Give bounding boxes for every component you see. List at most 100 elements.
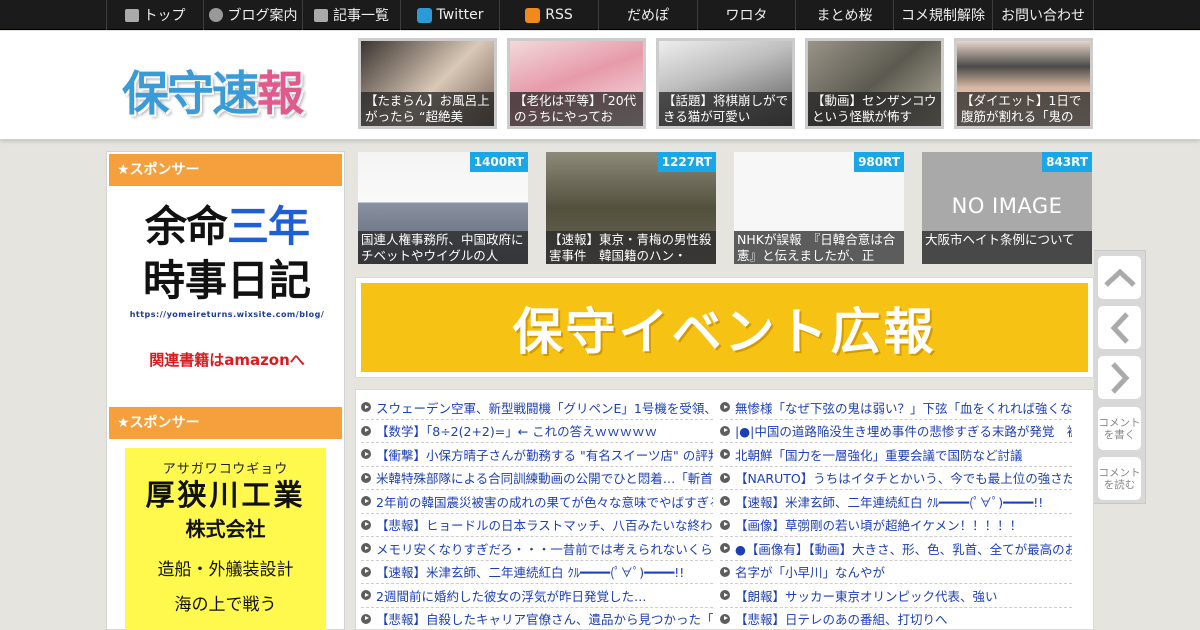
- article-links-panel: スウェーデン空軍、新型戦闘機「グリペンE」1号機を受領、イ 【数学】「8÷2(2…: [355, 389, 1094, 630]
- rt-ranking-item-1[interactable]: 1400RT 国連人権事務所、中国政府にチベットやウイグルの人: [358, 152, 528, 264]
- rt-ranking-row: 1400RT 国連人権事務所、中国政府にチベットやウイグルの人 1227RT 【速報…: [358, 152, 1092, 264]
- nav-damepo[interactable]: だめぽ: [598, 0, 697, 30]
- site-logo[interactable]: 保守速報: [122, 55, 304, 124]
- arrow-bullet-icon: [361, 543, 371, 554]
- nav-blog-guide[interactable]: ブログ案内: [203, 0, 302, 30]
- scroll-top-button[interactable]: [1098, 256, 1141, 299]
- article-link-text: 北朝鮮「国力を一層強化」重要会議で国防など討議: [735, 447, 1023, 463]
- nav-top-label: トップ: [143, 8, 186, 24]
- nav-blog-guide-label: ブログ案内: [227, 8, 298, 24]
- nav-twitter[interactable]: Twitter: [400, 0, 499, 30]
- ad-asagawa-name: 厚狭川工業: [145, 478, 306, 512]
- rt-badge: 1400RT: [469, 152, 528, 172]
- article-link[interactable]: 北朝鮮「国力を一層強化」重要会議で国防など討議: [720, 443, 1072, 467]
- nav-warota[interactable]: ワロタ: [697, 0, 795, 30]
- nav-article-list[interactable]: 記事一覧: [302, 0, 400, 30]
- article-link-text: ●【画像有】【動画】大きさ、形、色、乳首、全てが最高のお●: [735, 541, 1072, 557]
- header-thumb-4[interactable]: 【動画】センザンコウという怪獣が怖す: [805, 38, 944, 129]
- sponsor-heading-1: ★スポンサー: [109, 154, 342, 186]
- prev-article-button[interactable]: [1098, 306, 1141, 349]
- article-link[interactable]: 【NARUTO】うちはイタチとかいう、今でも最上位の強さだと: [720, 467, 1072, 490]
- article-link[interactable]: 【速報】米津玄師、二年連続紅白 ｸﾙ━━━━(ﾟ∀ﾟ)━━━━!!: [361, 561, 713, 584]
- arrow-bullet-icon: [361, 566, 371, 577]
- nav-rss[interactable]: RSS: [499, 0, 598, 30]
- ad-asagawa-suffix: 株式会社: [185, 517, 266, 541]
- article-link-text: 【速報】米津玄師、二年連続紅白 ｸﾙ━━━━(ﾟ∀ﾟ)━━━━!!: [376, 565, 685, 581]
- arrow-bullet-icon: [720, 472, 730, 483]
- chevron-right-icon: [1110, 361, 1129, 394]
- rt-ranking-item-2[interactable]: 1227RT 【速報】東京・青梅の男性殺害事件 韓国籍のハン・: [546, 152, 716, 264]
- sponsor-ad-yomei[interactable]: 余命三年 時事日記 https://yomeireturns.wixsite.c…: [127, 200, 327, 390]
- rt-badge: 980RT: [854, 152, 904, 172]
- article-link-text: 米韓特殊部隊による合同訓練動画の公開でひと悶着…「斬首作: [376, 471, 713, 487]
- header-thumb-caption: 【ダイエット】1日で腹筋が割れる「鬼の: [957, 92, 1090, 126]
- article-link-text: 【数学】「8÷2(2+2)=」← これの答えｗｗｗｗｗ: [376, 424, 658, 440]
- header-thumb-caption: 【たまらん】お風呂上がったら “超絶美: [361, 92, 494, 126]
- article-link-text: スウェーデン空軍、新型戦闘機「グリペンE」1号機を受領、イ: [376, 400, 713, 416]
- article-link[interactable]: 【画像】草彅剛の若い頃が超絶イケメン！！！！！: [720, 514, 1072, 537]
- read-comment-button[interactable]: コメントを読む: [1098, 457, 1141, 500]
- arrow-bullet-icon: [361, 613, 371, 624]
- article-link[interactable]: 【朗報】サッカー東京オリンピック代表、強い: [720, 584, 1072, 608]
- sponsor-ad-asagawa[interactable]: アサガワコウギョウ 厚狭川工業 株式会社 造船・外艤装設計 海の上で戦う: [125, 448, 326, 630]
- chevron-left-icon: [1110, 311, 1129, 344]
- arrow-bullet-icon: [720, 519, 730, 530]
- logo-text-main: 保守速: [122, 67, 259, 122]
- nav-comment-unblock[interactable]: コメ規制解除: [893, 0, 992, 30]
- article-link[interactable]: 米韓特殊部隊による合同訓練動画の公開でひと悶着…「斬首作: [361, 467, 713, 490]
- ad-yomei-title-b: 三年: [227, 202, 310, 251]
- article-link-text: 名字が「小早川」なんやが: [735, 565, 886, 581]
- rt-caption: 大阪市ヘイト条例について: [922, 231, 1092, 264]
- nav-top[interactable]: トップ: [106, 0, 203, 30]
- arrow-bullet-icon: [361, 402, 371, 413]
- article-link-text: 【悲報】自殺したキャリア官僚さん、遺品から見つかった「残: [376, 612, 713, 628]
- article-link[interactable]: 【悲報】自殺したキャリア官僚さん、遺品から見つかった「残: [361, 608, 713, 630]
- nav-comment-unblock-label: コメ規制解除: [901, 8, 985, 24]
- write-comment-button[interactable]: コメントを書く: [1098, 407, 1141, 450]
- rt-caption: NHKが誤報 『日韓合意は合憲』と伝えましたが、正: [734, 231, 904, 264]
- ad-yomei-title-line1: 余命三年: [127, 200, 327, 254]
- article-link[interactable]: 名字が「小早川」なんやが: [720, 561, 1072, 584]
- no-image-placeholder: NO IMAGE: [951, 194, 1063, 218]
- header-thumb-2[interactable]: 【老化は平等】「20代のうちにやってお: [507, 38, 646, 129]
- ad-yomei-title-a: 余命: [144, 202, 228, 251]
- event-banner[interactable]: 保守イベント広報: [355, 277, 1094, 378]
- rss-icon: [525, 7, 541, 23]
- article-link[interactable]: 【悲報】日テレのあの番組、打切りへ: [720, 608, 1072, 630]
- article-link-text: 無惨様「なぜ下弦の鬼は弱い？」下弦「血をくれれば強くなれ: [735, 400, 1072, 416]
- article-link-text: 2年前の韓国震災被害の成れの果てが色々な意味でやばすぎる: [376, 494, 713, 510]
- article-link[interactable]: ●【画像有】【動画】大きさ、形、色、乳首、全てが最高のお●: [720, 537, 1072, 561]
- nav-contact[interactable]: お問い合わせ: [992, 0, 1094, 30]
- article-link[interactable]: 2週間前に婚約した彼女の浮気が昨日発覚した…: [361, 584, 713, 608]
- article-link[interactable]: メモリ安くなりすぎだろ・・・一昔前では考えられないくらい: [361, 537, 713, 561]
- article-link[interactable]: 【悲報】ヒョードルの日本ラストマッチ、八百みたいな終わり: [361, 514, 713, 537]
- nav-contact-label: お問い合わせ: [1001, 8, 1085, 24]
- ad-yomei-amazon-link[interactable]: 関連書籍はamazonへ: [127, 349, 327, 370]
- header-thumb-5[interactable]: 【ダイエット】1日で腹筋が割れる「鬼の: [954, 38, 1093, 129]
- article-link[interactable]: 2年前の韓国震災被害の成れの果てが色々な意味でやばすぎる: [361, 490, 713, 514]
- arrow-bullet-icon: [361, 496, 371, 507]
- article-link[interactable]: 【数学】「8÷2(2+2)=」← これの答えｗｗｗｗｗ: [361, 420, 713, 443]
- nav-damepo-label: だめぽ: [627, 8, 669, 24]
- article-link[interactable]: 【衝撃】小保方晴子さんが勤務する "有名スイーツ店" の評判w: [361, 443, 713, 467]
- article-link[interactable]: |●|中国の道路陥没生き埋め事件の悲惨すぎる末路が発覚 被害: [720, 420, 1072, 443]
- arrow-bullet-icon: [720, 590, 730, 601]
- rt-ranking-item-3[interactable]: 980RT NHKが誤報 『日韓合意は合憲』と伝えましたが、正: [734, 152, 904, 264]
- header-thumb-1[interactable]: 【たまらん】お風呂上がったら “超絶美: [358, 38, 497, 129]
- arrow-bullet-icon: [720, 496, 730, 507]
- article-link[interactable]: スウェーデン空軍、新型戦闘機「グリペンE」1号機を受領、イ: [361, 396, 713, 420]
- nav-matome-sakura[interactable]: まとめ桜: [795, 0, 893, 30]
- site-header: 保守速報 【たまらん】お風呂上がったら “超絶美 【老化は平等】「20代のうちに…: [0, 31, 1200, 140]
- next-article-button[interactable]: [1098, 356, 1141, 399]
- header-thumb-caption: 【老化は平等】「20代のうちにやってお: [510, 92, 643, 126]
- ad-asagawa-kana: アサガワコウギョウ: [162, 462, 289, 477]
- article-link[interactable]: 無惨様「なぜ下弦の鬼は弱い？」下弦「血をくれれば強くなれ: [720, 396, 1072, 420]
- rt-ranking-item-4[interactable]: NO IMAGE 843RT 大阪市ヘイト条例について: [922, 152, 1092, 264]
- arrow-bullet-icon: [361, 449, 371, 460]
- header-thumb-3[interactable]: 【話題】将棋崩しができる猫が可愛い: [656, 38, 795, 129]
- arrow-bullet-icon: [361, 425, 371, 436]
- article-link[interactable]: 【速報】米津玄師、二年連続紅白 ｸﾙ━━━━(ﾟ∀ﾟ)━━━━!!: [720, 490, 1072, 514]
- event-banner-inner: 保守イベント広報: [361, 283, 1088, 372]
- arrow-bullet-icon: [720, 425, 730, 436]
- article-links-left: スウェーデン空軍、新型戦闘機「グリペンE」1号機を受領、イ 【数学】「8÷2(2…: [361, 396, 713, 630]
